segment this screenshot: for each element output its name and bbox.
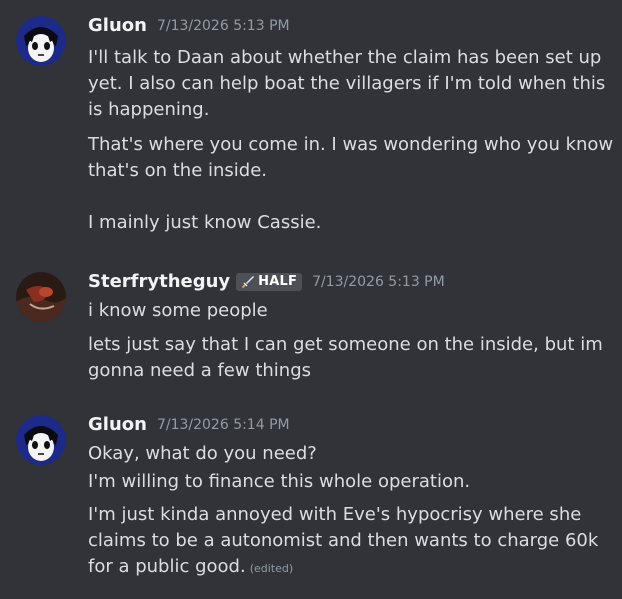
message-header: Gluon 7/13/2026 5:14 PM [88, 414, 290, 435]
username[interactable]: Gluon [88, 414, 147, 435]
server-tag[interactable]: HALF [236, 272, 303, 291]
message-header: Gluon 7/13/2026 5:13 PM [88, 15, 290, 36]
message-text: Okay, what do you need? [88, 443, 317, 464]
message-text: lets just say that I can get someone on … [88, 334, 609, 381]
message-text: i know some people [88, 300, 268, 321]
timestamp[interactable]: 7/13/2026 5:13 PM [312, 274, 445, 290]
server-tag-label: HALF [258, 274, 298, 289]
edited-label: (edited) [249, 562, 294, 575]
sword-icon [241, 275, 255, 288]
username[interactable]: Gluon [88, 15, 147, 36]
message-text: I'm willing to finance this whole operat… [88, 471, 471, 492]
timestamp[interactable]: 7/13/2026 5:14 PM [157, 417, 290, 433]
gluon-avatar-image [16, 415, 66, 465]
sterfry-avatar-image [16, 272, 66, 322]
gluon-avatar-image [16, 16, 66, 66]
message-text: I'm just kinda annoyed with Eve's hypocr… [88, 502, 618, 582]
timestamp[interactable]: 7/13/2026 5:13 PM [157, 18, 290, 34]
avatar[interactable] [16, 272, 66, 322]
avatar[interactable] [16, 415, 66, 465]
avatar[interactable] [16, 16, 66, 66]
message-header: Sterfrytheguy HALF 7/13/2026 5:13 PM [88, 271, 445, 292]
message-text-content: I'm just kinda annoyed with Eve's hypocr… [88, 504, 605, 577]
username[interactable]: Sterfrytheguy [88, 271, 230, 292]
message-text: I'll talk to Daan about whether the clai… [88, 47, 611, 120]
message-text: That's where you come in. I was wonderin… [88, 134, 614, 233]
